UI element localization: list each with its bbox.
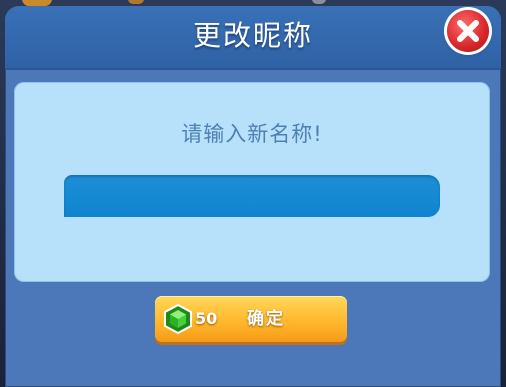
- rename-dialog: 更改昵称 请输入新名称! 50 确定: [5, 6, 501, 387]
- background-ui-fragment: [312, 0, 326, 4]
- dialog-title: 更改昵称: [192, 19, 313, 52]
- confirm-label: 确定: [247, 309, 285, 329]
- close-x-icon: [457, 20, 479, 42]
- close-button[interactable]: [447, 10, 489, 52]
- gem-cost: 50: [195, 309, 218, 328]
- rename-prompt: 请输入新名称!: [181, 122, 323, 146]
- input-panel: 请输入新名称!: [14, 82, 490, 282]
- game-screen: 更改昵称 请输入新名称! 50 确定: [0, 0, 506, 387]
- confirm-button[interactable]: 50 确定: [155, 296, 347, 342]
- new-name-input[interactable]: [64, 175, 440, 217]
- green-gem-icon: [164, 304, 192, 334]
- background-ui-fragment: [128, 0, 144, 4]
